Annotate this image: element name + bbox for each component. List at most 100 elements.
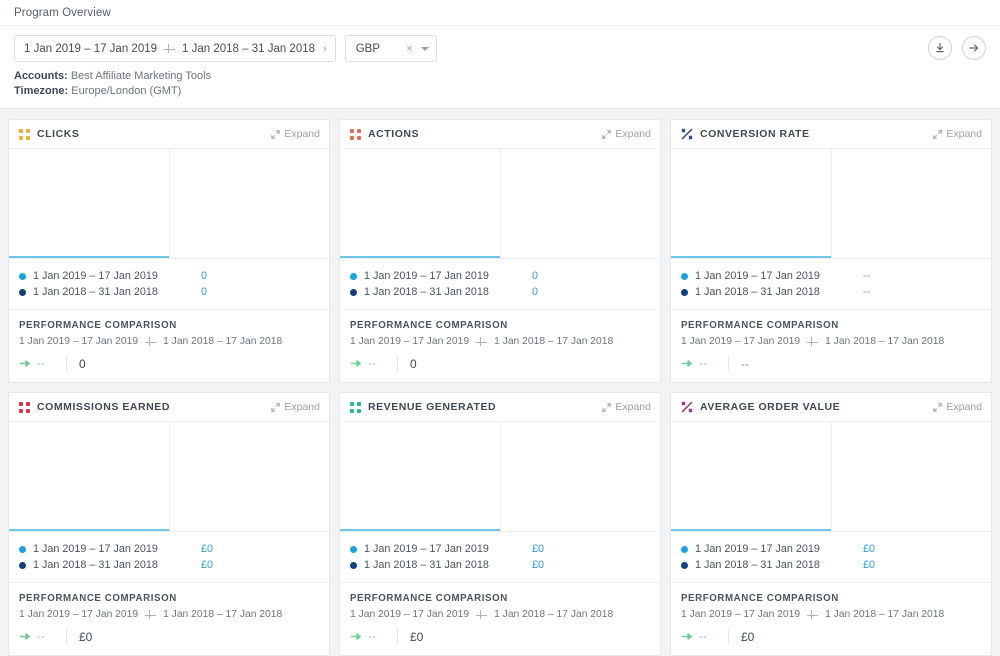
chart-pane-previous — [170, 149, 330, 258]
legend-row-previous: 1 Jan 2018 – 31 Jan 2018 0 — [19, 284, 319, 300]
metric-card-header: CONVERSION RATE Expand — [671, 120, 991, 149]
delta-indicator: -- — [19, 631, 66, 643]
dot-grid-icon — [19, 128, 30, 140]
comparison-range-current: 1 Jan 2019 – 17 Jan 2019 — [681, 609, 801, 620]
expand-label: Expand — [946, 401, 982, 413]
delta-indicator: -- — [681, 631, 728, 643]
metric-chart — [671, 422, 991, 531]
expand-button[interactable]: Expand — [933, 128, 982, 140]
performance-comparison: PERFORMANCE COMPARISON 1 Jan 2019 – 17 J… — [671, 583, 991, 655]
metric-card-clicks: CLICKS Expand 1 Jan 2019 – 17 Jan 2019 0 — [8, 119, 330, 383]
dot-grid-cell — [357, 128, 361, 133]
metric-legend: 1 Jan 2019 – 17 Jan 2019 £0 1 Jan 2018 –… — [9, 531, 329, 583]
compare-icon — [476, 336, 488, 347]
legend-label-current: 1 Jan 2019 – 17 Jan 2019 — [695, 270, 820, 282]
expand-button[interactable]: Expand — [271, 401, 320, 413]
legend-row-previous: 1 Jan 2018 – 31 Jan 2018 £0 — [350, 557, 650, 573]
legend-label-current: 1 Jan 2019 – 17 Jan 2019 — [364, 543, 489, 555]
legend-dot-previous — [681, 561, 688, 569]
comparison-title: PERFORMANCE COMPARISON — [19, 593, 177, 604]
legend-dot-previous — [350, 561, 357, 569]
date-range-selector[interactable]: 1 Jan 2019 – 17 Jan 2019 1 Jan 2018 – 31… — [14, 35, 336, 62]
expand-button[interactable]: Expand — [602, 401, 651, 413]
expand-label: Expand — [615, 128, 651, 140]
legend-dot-previous — [681, 288, 688, 296]
top-bar: Program Overview 1 Jan 2019 – 17 Jan 201… — [0, 0, 1000, 109]
compare-icon — [145, 609, 157, 620]
date-range-current: 1 Jan 2019 – 17 Jan 2019 — [24, 42, 158, 55]
expand-icon — [602, 402, 612, 412]
comparison-title: PERFORMANCE COMPARISON — [681, 593, 839, 604]
metric-card-actions: ACTIONS Expand 1 Jan 2019 – 17 Jan 2019 … — [339, 119, 661, 383]
legend-label-current: 1 Jan 2019 – 17 Jan 2019 — [695, 543, 820, 555]
comparison-footer: -- 0 — [19, 356, 319, 371]
chevron-down-icon[interactable] — [420, 46, 429, 51]
performance-comparison: PERFORMANCE COMPARISON 1 Jan 2019 – 17 J… — [340, 583, 660, 655]
comparison-divider — [728, 356, 729, 371]
expand-label: Expand — [946, 128, 982, 140]
dot-grid-cell — [350, 135, 354, 140]
legend-dot-current — [681, 272, 688, 280]
expand-icon — [933, 129, 943, 139]
expand-label: Expand — [284, 401, 320, 413]
delta-indicator: -- — [19, 358, 66, 370]
legend-value-current: £0 — [201, 543, 214, 555]
performance-comparison: PERFORMANCE COMPARISON 1 Jan 2019 – 17 J… — [671, 310, 991, 382]
accounts-label: Accounts: — [14, 70, 68, 82]
expand-button[interactable]: Expand — [602, 128, 651, 140]
legend-dot-current — [350, 272, 357, 280]
legend-label-previous: 1 Jan 2018 – 31 Jan 2018 — [33, 286, 158, 298]
delta-indicator: -- — [681, 358, 728, 370]
comparison-footer: -- -- — [681, 356, 981, 371]
page-title: Program Overview — [14, 6, 111, 19]
accounts-value: Best Affiliate Marketing Tools — [70, 70, 212, 82]
metric-card-title: REVENUE GENERATED — [368, 401, 497, 413]
metric-card-revenue-generated: REVENUE GENERATED Expand 1 Jan 2019 – 17… — [339, 392, 661, 656]
expand-icon — [933, 402, 943, 412]
comparison-divider — [728, 629, 729, 644]
clear-currency-icon[interactable]: × — [406, 43, 412, 55]
dot-grid-cell — [350, 401, 354, 406]
comparison-value: £0 — [741, 629, 755, 644]
next-button[interactable] — [962, 36, 986, 60]
filters-left: 1 Jan 2019 – 17 Jan 2019 1 Jan 2018 – 31… — [14, 35, 437, 62]
legend-row-previous: 1 Jan 2018 – 31 Jan 2018 £0 — [19, 557, 319, 573]
dot-grid-cell — [19, 128, 23, 133]
metric-card-conversion-rate: CONVERSION RATE Expand 1 Jan 2019 – 17 J… — [670, 119, 992, 383]
chart-zero-baseline — [9, 529, 169, 531]
comparison-value: £0 — [79, 629, 93, 644]
dot-grid-icon — [350, 401, 361, 413]
chart-pane-current — [671, 149, 832, 258]
comparison-footer: -- £0 — [350, 629, 650, 644]
expand-label: Expand — [615, 401, 651, 413]
arrow-right-icon — [969, 44, 979, 52]
delta-text: -- — [699, 630, 708, 643]
metric-card-grid: CLICKS Expand 1 Jan 2019 – 17 Jan 2019 0 — [0, 109, 1000, 656]
download-button[interactable] — [928, 36, 952, 60]
comparison-range: 1 Jan 2019 – 17 Jan 2019 1 Jan 2018 – 17… — [350, 336, 650, 347]
metric-chart — [340, 149, 660, 258]
comparison-range-previous: 1 Jan 2018 – 17 Jan 2018 — [825, 609, 945, 620]
comparison-divider — [397, 629, 398, 644]
expand-button[interactable]: Expand — [271, 128, 320, 140]
metric-card-average-order-value: AVERAGE ORDER VALUE Expand 1 Jan 2019 – … — [670, 392, 992, 656]
expand-button[interactable]: Expand — [933, 401, 982, 413]
comparison-range: 1 Jan 2019 – 17 Jan 2019 1 Jan 2018 – 17… — [19, 336, 319, 347]
delta-indicator: -- — [350, 631, 397, 643]
metric-card-title: CONVERSION RATE — [700, 128, 810, 140]
delta-indicator: -- — [350, 358, 397, 370]
dot-grid-cell — [19, 408, 23, 413]
legend-value-current: £0 — [532, 543, 545, 555]
performance-comparison: PERFORMANCE COMPARISON 1 Jan 2019 – 17 J… — [340, 310, 660, 382]
comparison-title: PERFORMANCE COMPARISON — [350, 320, 508, 331]
dot-grid-cell — [19, 401, 23, 406]
comparison-range: 1 Jan 2019 – 17 Jan 2019 1 Jan 2018 – 17… — [681, 609, 981, 620]
currency-selector[interactable]: GBP × — [344, 35, 437, 62]
expand-icon — [602, 129, 612, 139]
dot-grid-cell — [357, 135, 361, 140]
legend-value-previous: £0 — [532, 559, 545, 571]
comparison-range-current: 1 Jan 2019 – 17 Jan 2019 — [350, 609, 470, 620]
arrow-flat-icon — [681, 632, 694, 641]
legend-label-previous: 1 Jan 2018 – 31 Jan 2018 — [364, 286, 489, 298]
comparison-value: 0 — [410, 356, 417, 371]
